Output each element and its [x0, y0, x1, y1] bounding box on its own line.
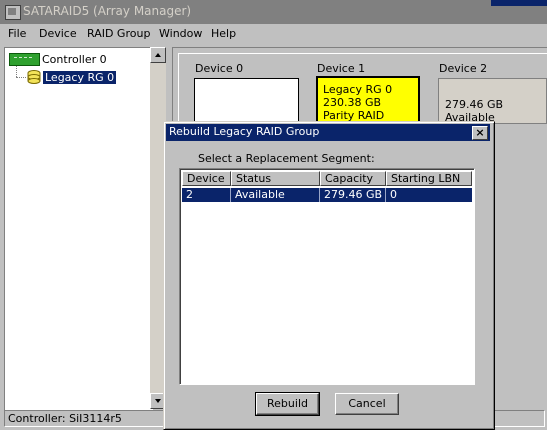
cell-starting-lbn: 0 — [390, 188, 397, 201]
device-2-capacity: 279.46 GB — [445, 98, 504, 111]
device-1-box[interactable]: Legacy RG 0 230.38 GB Parity RAID — [316, 76, 420, 126]
device-tree[interactable]: Controller 0 Legacy RG 0 — [4, 47, 153, 411]
window-title: SATARAID5 (Array Manager) — [23, 4, 192, 18]
status-bar: Controller: SiI3114r5 — [4, 410, 166, 427]
main-title-bar[interactable]: SATARAID5 (Array Manager) — [0, 0, 547, 24]
column-separator — [230, 188, 231, 202]
device-0-label: Device 0 — [195, 62, 244, 75]
background-window-strip — [491, 0, 547, 6]
menu-device[interactable]: Device — [39, 27, 77, 40]
replacement-prompt: Select a Replacement Segment: — [198, 152, 375, 165]
menu-help[interactable]: Help — [211, 27, 236, 40]
cell-status: Available — [235, 188, 285, 201]
dialog-title-bar[interactable]: Rebuild Legacy RAID Group × — [166, 124, 490, 141]
device-2-box[interactable]: 279.46 GB Available — [438, 78, 547, 124]
column-header-status[interactable]: Status — [231, 171, 320, 186]
scroll-up-button[interactable] — [150, 47, 166, 63]
app-icon — [5, 5, 21, 20]
column-header-device[interactable]: Device — [182, 171, 231, 186]
device-1-capacity: 230.38 GB — [323, 96, 382, 109]
dialog-title: Rebuild Legacy RAID Group — [169, 125, 320, 138]
device-2-label: Device 2 — [439, 62, 488, 75]
menu-window[interactable]: Window — [159, 27, 202, 40]
column-header-starting-lbn[interactable]: Starting LBN — [386, 171, 472, 186]
status-text: Controller: SiI3114r5 — [8, 412, 122, 425]
rebuild-button[interactable]: Rebuild — [255, 392, 320, 416]
arrow-up-icon — [155, 53, 161, 57]
table-row[interactable]: 2 Available 279.46 GB 0 — [182, 188, 472, 202]
tree-item-label: Legacy RG 0 — [43, 71, 117, 84]
column-separator — [385, 188, 386, 202]
menu-bar: File Device RAID Group Window Help — [0, 26, 547, 44]
raid-group-icon — [27, 70, 41, 84]
cell-capacity: 279.46 GB — [324, 188, 383, 201]
segment-list[interactable]: Device Status Capacity Starting LBN 2 Av… — [179, 168, 475, 385]
column-separator — [319, 188, 320, 202]
menu-raid-group[interactable]: RAID Group — [87, 27, 150, 40]
menu-file[interactable]: File — [8, 27, 26, 40]
arrow-down-icon — [155, 399, 161, 403]
close-icon[interactable]: × — [472, 126, 488, 140]
cell-device: 2 — [186, 188, 193, 201]
tree-item-controller[interactable]: Controller 0 — [42, 53, 107, 66]
column-header-capacity[interactable]: Capacity — [320, 171, 386, 186]
tree-connector — [16, 66, 17, 77]
device-1-group: Legacy RG 0 — [323, 83, 393, 96]
device-1-label: Device 1 — [317, 62, 366, 75]
cancel-button[interactable]: Cancel — [335, 393, 399, 415]
controller-icon — [9, 53, 40, 66]
tree-connector — [16, 77, 26, 78]
tree-item-legacy-rg[interactable]: Legacy RG 0 — [43, 71, 117, 84]
status-bar-panel — [492, 410, 545, 427]
device-0-box[interactable] — [194, 78, 299, 124]
